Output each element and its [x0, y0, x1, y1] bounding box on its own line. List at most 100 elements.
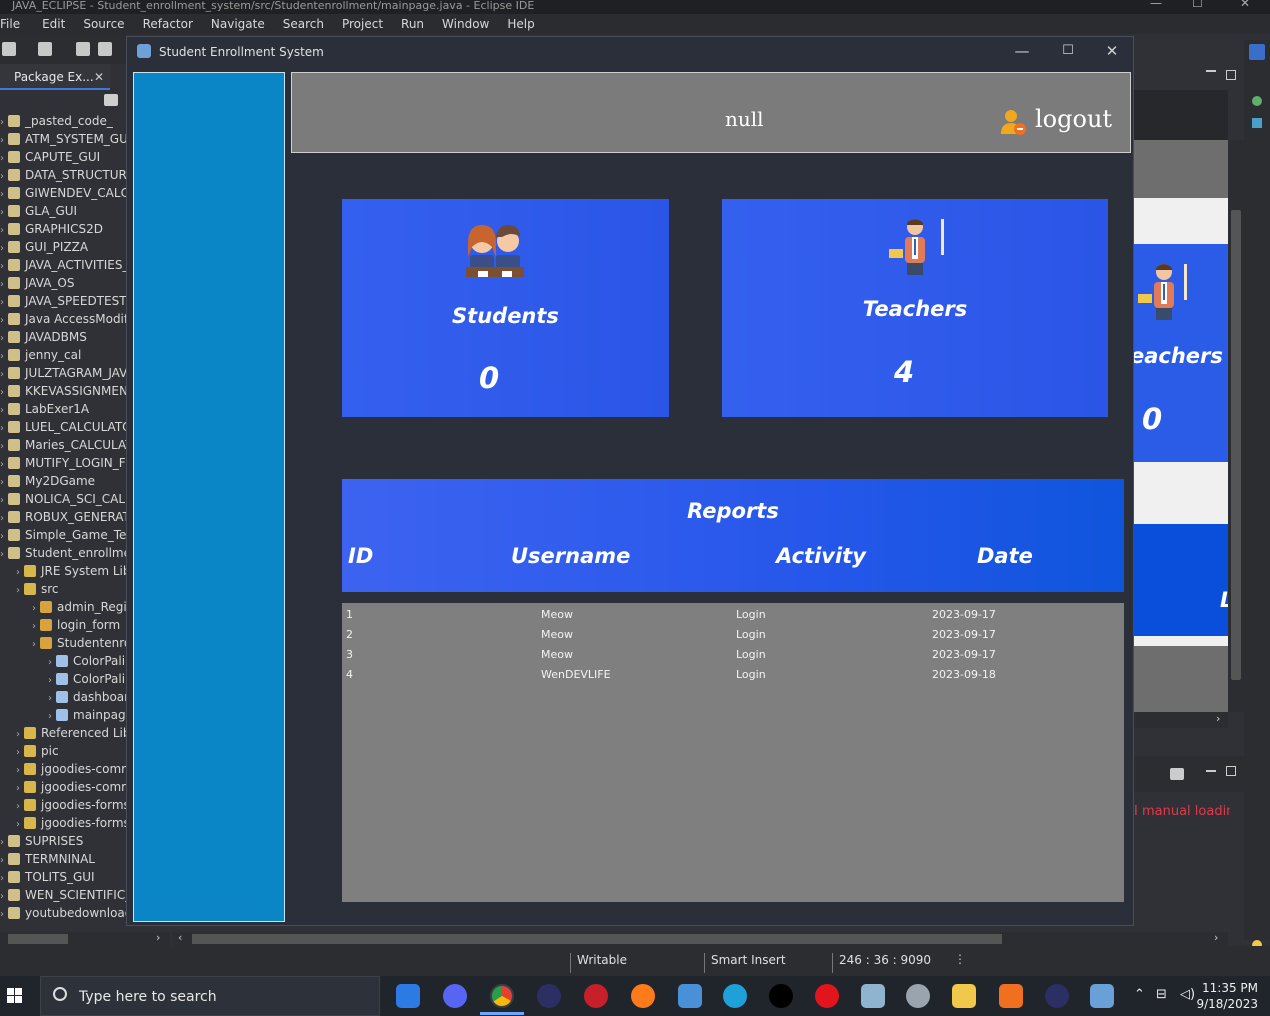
- minimize-icon[interactable]: —: [1011, 41, 1033, 61]
- tree-item[interactable]: › My2DGame: [0, 472, 95, 490]
- chevron-right-icon[interactable]: ›: [16, 780, 24, 796]
- chevron-right-icon[interactable]: ›: [0, 276, 8, 292]
- chevron-right-icon[interactable]: ›: [0, 834, 8, 850]
- tree-item[interactable]: › GLA_GUI: [0, 202, 77, 220]
- tree-item[interactable]: › Studentenro: [0, 634, 126, 652]
- menu-navigate[interactable]: Navigate: [201, 17, 273, 31]
- chevron-right-icon[interactable]: ›: [0, 384, 8, 400]
- tree-item[interactable]: › MUTIFY_LOGIN_FO: [0, 454, 126, 472]
- app-icon[interactable]: [584, 984, 608, 1008]
- chevron-right-icon[interactable]: ›: [0, 330, 8, 346]
- tree-item[interactable]: › ROBUX_GENERATO: [0, 508, 126, 526]
- chrome-app-icon[interactable]: [490, 984, 514, 1008]
- app-icon[interactable]: [678, 984, 702, 1008]
- chevron-right-icon[interactable]: ›: [0, 492, 8, 508]
- menu-search[interactable]: Search: [273, 17, 332, 31]
- chevron-right-icon[interactable]: ›: [1214, 931, 1218, 944]
- menu-window[interactable]: Window: [432, 17, 497, 31]
- minimize-icon[interactable]: —: [1150, 0, 1162, 9]
- task-list-icon[interactable]: [1252, 118, 1262, 128]
- firefox-app-icon[interactable]: [631, 984, 655, 1008]
- save-all-icon[interactable]: [98, 42, 112, 56]
- menu-edit[interactable]: Edit: [28, 17, 73, 31]
- editor-hscrollbar[interactable]: ‹ ›: [172, 931, 1228, 946]
- zoom-app-icon[interactable]: [396, 984, 420, 1008]
- chevron-right-icon[interactable]: ›: [16, 762, 24, 778]
- file-explorer-app-icon[interactable]: [952, 984, 976, 1008]
- tree-item[interactable]: › Simple_Game_Tex: [0, 526, 126, 544]
- save-icon[interactable]: [76, 42, 90, 56]
- tree-item[interactable]: › Java AccessModifi: [0, 310, 126, 328]
- tree-item[interactable]: › DATA_STRUCTURE: [0, 166, 126, 184]
- close-icon[interactable]: ✕: [1240, 0, 1250, 9]
- scrollbar-thumb[interactable]: [192, 934, 1002, 944]
- student-enrollment-app-icon[interactable]: [1090, 984, 1114, 1008]
- network-icon[interactable]: ⊟: [1156, 987, 1167, 1002]
- chevron-right-icon[interactable]: ›: [0, 168, 8, 184]
- menu-run[interactable]: Run: [391, 17, 432, 31]
- tree-item[interactable]: › _pasted_code_: [0, 112, 113, 130]
- chevron-right-icon[interactable]: ›: [0, 114, 8, 130]
- tree-item[interactable]: › GIWENDEV_CALC: [0, 184, 126, 202]
- table-row[interactable]: 1 Meow Login 2023-09-17: [342, 608, 1124, 626]
- students-card[interactable]: Students 0: [342, 199, 669, 417]
- chevron-right-icon[interactable]: ›: [48, 708, 56, 724]
- chevron-right-icon[interactable]: ›: [0, 294, 8, 310]
- chevron-right-icon[interactable]: ›: [0, 906, 8, 922]
- chevron-right-icon[interactable]: ›: [0, 312, 8, 328]
- tree-item[interactable]: › jgoodies-comm: [0, 760, 126, 778]
- tree-item[interactable]: › ColorPali: [0, 670, 125, 688]
- taskbar-clock[interactable]: 11:35 PM 9/18/2023: [1196, 980, 1258, 1012]
- chevron-left-icon[interactable]: ‹: [178, 931, 182, 944]
- tree-item[interactable]: › jenny_cal: [0, 346, 81, 364]
- tree-item[interactable]: › NOLICA_SCI_CAL: [0, 490, 125, 508]
- chevron-right-icon[interactable]: ›: [16, 816, 24, 832]
- table-row[interactable]: 2 Meow Login 2023-09-17: [342, 628, 1124, 646]
- package-scrollbar[interactable]: ›: [0, 931, 170, 946]
- chevron-right-icon[interactable]: ›: [0, 132, 8, 148]
- eclipse-app-icon[interactable]: [1045, 984, 1069, 1008]
- tree-item[interactable]: › JULZTAGRAM_JAV: [0, 364, 126, 382]
- eclipse-app-icon[interactable]: [537, 984, 561, 1008]
- chevron-right-icon[interactable]: ›: [156, 931, 160, 944]
- chevron-right-icon[interactable]: ›: [0, 528, 8, 544]
- tree-item[interactable]: › dashboar: [0, 688, 126, 706]
- new-file-icon[interactable]: [38, 42, 52, 56]
- chevron-right-icon[interactable]: ›: [0, 510, 8, 526]
- chevron-right-icon[interactable]: ›: [16, 798, 24, 814]
- minimize-icon[interactable]: [1206, 770, 1216, 772]
- maximize-icon[interactable]: ☐: [1057, 41, 1079, 61]
- chevron-right-icon[interactable]: ›: [16, 564, 24, 580]
- chevron-right-icon[interactable]: ›: [0, 456, 8, 472]
- perspective-icon[interactable]: [1249, 44, 1265, 60]
- xampp-app-icon[interactable]: [999, 984, 1023, 1008]
- tree-item[interactable]: › jgoodies-comm: [0, 778, 126, 796]
- chevron-right-icon[interactable]: ›: [0, 852, 8, 868]
- chevron-right-icon[interactable]: ›: [48, 690, 56, 706]
- tree-item[interactable]: › ColorPali: [0, 652, 125, 670]
- maximize-icon[interactable]: [1226, 766, 1236, 776]
- close-icon[interactable]: ✕: [94, 64, 104, 90]
- teachers-card[interactable]: Teachers 4: [722, 199, 1108, 417]
- table-row[interactable]: 3 Meow Login 2023-09-17: [342, 648, 1124, 666]
- volume-icon[interactable]: ◁): [1180, 987, 1195, 1002]
- menu-refactor[interactable]: Refactor: [133, 17, 201, 31]
- new-icon[interactable]: [2, 42, 16, 56]
- tree-item[interactable]: › TOLITS_GUI: [0, 868, 95, 886]
- tree-item[interactable]: › GRAPHICS2D: [0, 220, 103, 238]
- tree-item[interactable]: › youtubedownload: [0, 904, 126, 922]
- menu-file[interactable]: File: [0, 17, 28, 31]
- chevron-right-icon[interactable]: ›: [32, 636, 40, 652]
- tree-item[interactable]: › jgoodies-forms: [0, 796, 126, 814]
- outline-icon[interactable]: [1252, 96, 1262, 106]
- tree-item[interactable]: › WEN_SCIENTIFIC_: [0, 886, 126, 904]
- tiktok-app-icon[interactable]: [769, 984, 793, 1008]
- tree-item[interactable]: › JRE System Libr: [0, 562, 126, 580]
- package-explorer-tab[interactable]: Package Ex... ✕: [0, 64, 110, 90]
- chevron-right-icon[interactable]: ›: [16, 726, 24, 742]
- tree-item[interactable]: › jgoodies-forms: [0, 814, 126, 832]
- tree-item[interactable]: › Student_enrollme: [0, 544, 126, 562]
- tree-item[interactable]: › JAVADBMS: [0, 328, 87, 346]
- editor-vscrollbar[interactable]: [1228, 140, 1244, 712]
- tree-item[interactable]: › GUI_PIZZA: [0, 238, 88, 256]
